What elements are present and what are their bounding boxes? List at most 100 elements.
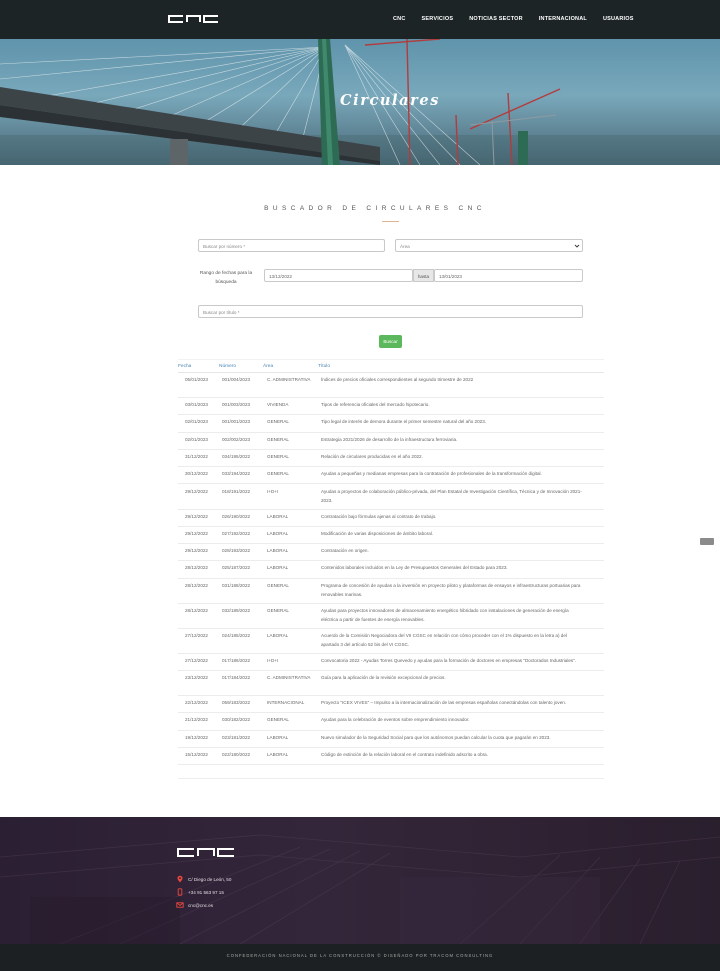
column-header-titulo[interactable]: Título [318,364,330,369]
table-row[interactable]: 28/12/2022 032/189/2022 GENERAL Ayudas para… [178,604,604,629]
table-row[interactable]: 31/12/2022 034/195/2022 GENERAL Relación de… [178,450,604,468]
cell-titulo[interactable]: Ayudas para proyectos innovadores de alm… [321,606,583,624]
table-row[interactable]: 28/12/2022 031/188/2022 GENERAL Programa de… [178,579,604,604]
cnc-logo[interactable] [167,15,220,23]
nav-item-internacional[interactable]: INTERNACIONAL [539,16,587,22]
table-row[interactable]: 29/12/2022 026/190/2022 LABORAL Contratació… [178,510,604,527]
nav-item-usuarios[interactable]: USUARIOS [603,16,634,22]
titulo-search-input[interactable]: Buscar por título * [198,305,583,318]
cell-numero: 030/182/2022 [222,717,251,723]
table-row[interactable]: 02/01/2023 001/001/2023 GENERAL Tipo legal … [178,415,604,433]
cell-titulo[interactable]: Modificación de varias disposiciones de … [321,529,583,538]
cell-numero: 028/193/2022 [222,548,251,554]
phone-icon [177,888,183,896]
numero-search-input[interactable]: Buscar por número * [198,239,385,252]
cell-titulo[interactable]: Relación de circulares producidas en el … [321,452,583,461]
cell-area: LABORAL [267,751,289,757]
cell-fecha: 02/01/2023 [185,436,208,442]
table-row[interactable]: 22/12/2022 059/183/2022 INTERNACIONAL Proye… [178,696,604,714]
cell-fecha: 28/12/2022 [185,607,208,613]
column-header-numero[interactable]: Número [219,364,236,369]
table-row[interactable]: 02/01/2023 002/002/2023 GENERAL Estrategia … [178,433,604,450]
area-select[interactable]: Área [395,239,583,252]
table-row[interactable]: 21/12/2022 030/182/2022 GENERAL Ayudas para… [178,713,604,731]
cell-numero: 017/184/2022 [222,675,251,680]
main-menu: CNC SERVICIOS NOTICIAS SECTOR INTERNACIO… [393,16,634,22]
cell-titulo[interactable]: Contratación bajo fórmulas ajenas al con… [321,512,583,521]
cell-titulo[interactable]: Programa de concesión de ayudas a la inv… [321,581,583,599]
side-feedback-tab[interactable] [700,538,714,545]
table-row[interactable]: 27/12/2022 024/185/2022 LABORAL Acuerdo de … [178,629,604,654]
table-row[interactable]: 05/01/2023 001/004/2023 C. ADMINISTRATIVA Í… [178,373,604,398]
nav-item-cnc[interactable]: CNC [393,16,406,22]
cell-fecha: 30/12/2022 [185,471,208,477]
cell-titulo[interactable]: Contenidos laborales incluidos en la Ley… [321,563,583,572]
date-range-label: Rango de fechas para la búsqueda [199,271,253,285]
cell-fecha: 27/12/2022 [185,632,208,638]
cell-titulo[interactable]: Acuerdo de la Comisión Negociadora del V… [321,631,583,649]
cell-numero: 032/189/2022 [222,607,251,613]
cell-fecha: 19/12/2022 [185,734,208,740]
cell-titulo[interactable]: Proyecto "ICEX VIVES" – Impulso a la int… [321,698,583,707]
footer-cnc-logo [177,848,234,857]
top-navigation-bar: CNC SERVICIOS NOTICIAS SECTOR INTERNACIO… [0,0,720,39]
cell-fecha: 29/12/2022 [185,548,208,554]
table-row[interactable]: 23/12/2022 017/184/2022 C. ADMINISTRATIVA G… [178,671,604,696]
cell-titulo[interactable]: Estrategia 2021/2026 de desarrollo de la… [321,435,583,444]
table-row[interactable]: 28/12/2022 025/187/2022 LABORAL Contenidos … [178,561,604,579]
column-header-area[interactable]: Área [263,364,273,369]
cell-numero: 025/187/2022 [222,565,251,571]
hasta-label: hasta [413,269,434,282]
table-row[interactable]: 29/12/2022 027/192/2022 LABORAL Modificació… [178,527,604,545]
cell-area: LABORAL [267,734,289,740]
cell-area: LABORAL [267,632,289,638]
cell-titulo[interactable]: Guía para la aplicación de la revisión e… [321,673,583,682]
cell-fecha: 02/01/2023 [185,419,208,425]
cell-titulo[interactable]: Convocatoria 2022 - Ayudas Torres Queved… [321,656,583,665]
cell-titulo[interactable]: Código de extinción de la relación labor… [321,750,583,759]
cell-titulo[interactable]: Ayudas a pequeñas y medianas empresas pa… [321,469,583,478]
email-link[interactable]: cnc@cnc.es [188,903,213,908]
nav-item-servicios[interactable]: SERVICIOS [422,16,454,22]
cell-titulo[interactable]: Ayudas a proyectos de colaboración públi… [321,487,583,505]
table-row[interactable]: 15/12/2022 022/180/2022 LABORAL Código de e… [178,748,604,766]
nav-item-noticias-sector[interactable]: NOTICIAS SECTOR [469,16,523,22]
table-row[interactable]: 03/01/2023 001/003/2023 VIVIENDA Tipos de r… [178,398,604,416]
table-row[interactable]: 27/12/2022 017/186/2022 I+D+I Convocatoria … [178,654,604,671]
cell-titulo[interactable]: Tipos de referencia oficiales del mercad… [321,400,583,409]
cell-numero: 023/181/2022 [222,734,251,740]
cell-numero: 001/003/2023 [222,402,251,407]
cell-area: I+D+I [267,657,279,663]
mail-icon [176,902,184,908]
cell-numero: 059/183/2022 [222,700,251,705]
cell-titulo[interactable]: Nuevo simulador de la Seguridad Social p… [321,733,583,742]
cell-titulo[interactable]: Ayudas para la celebración de eventos so… [321,715,583,724]
phone-text[interactable]: +34 91 563 97 15 [188,890,224,895]
cell-fecha: 21/12/2022 [185,717,208,723]
table-row[interactable]: 29/12/2022 018/191/2022 I+D+I Ayudas a proy… [178,485,604,510]
cell-numero: 024/185/2022 [222,632,251,638]
cell-titulo[interactable]: Índices de precios oficiales correspondi… [321,375,583,384]
cell-titulo[interactable]: Tipo legal de interés de demora durante … [321,417,583,426]
results-table-header: Fecha Número Área Título [178,359,604,373]
cell-area: GENERAL [267,419,289,425]
column-header-fecha[interactable]: Fecha [178,364,191,369]
area-select-value: Área [400,243,410,249]
cell-numero: 034/195/2022 [222,453,251,459]
date-to-input[interactable]: 13/01/2023 [434,269,583,282]
cell-area: GENERAL [267,453,289,459]
footer-email: cnc@cnc.es [176,901,213,909]
date-from-input[interactable]: 13/12/2022 [264,269,413,282]
table-row[interactable]: 30/12/2022 033/194/2022 GENERAL Ayudas a pe… [178,467,604,485]
table-row[interactable]: 29/12/2022 028/193/2022 LABORAL Contratació… [178,544,604,562]
cell-area: LABORAL [267,513,289,519]
table-row[interactable]: 19/12/2022 023/181/2022 LABORAL Nuevo simul… [178,731,604,748]
cell-fecha: 31/12/2022 [185,453,208,459]
cell-area: C. ADMINISTRATIVA [267,377,311,382]
cell-titulo[interactable]: Contratación en origen. [321,546,583,555]
cell-fecha: 05/01/2023 [185,377,208,382]
cell-area: LABORAL [267,530,289,536]
search-button[interactable]: Buscar [379,335,402,348]
cell-fecha: 27/12/2022 [185,657,208,663]
cell-fecha: 29/12/2022 [185,513,208,519]
